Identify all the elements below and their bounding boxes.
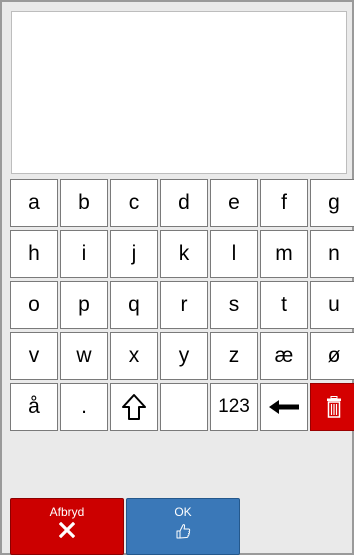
space-key[interactable] bbox=[160, 383, 208, 431]
text-display[interactable] bbox=[11, 11, 347, 174]
clear-key[interactable] bbox=[310, 383, 354, 431]
shift-key[interactable] bbox=[110, 383, 158, 431]
key-w[interactable]: w bbox=[60, 332, 108, 380]
key-g[interactable]: g bbox=[310, 179, 354, 227]
key-c[interactable]: c bbox=[110, 179, 158, 227]
key-z[interactable]: z bbox=[210, 332, 258, 380]
key-m[interactable]: m bbox=[260, 230, 308, 278]
key-j[interactable]: j bbox=[110, 230, 158, 278]
key-y[interactable]: y bbox=[160, 332, 208, 380]
key-ae[interactable]: æ bbox=[260, 332, 308, 380]
key-i[interactable]: i bbox=[60, 230, 108, 278]
key-o[interactable]: o bbox=[10, 281, 58, 329]
key-e[interactable]: e bbox=[210, 179, 258, 227]
cancel-label: Afbryd bbox=[49, 505, 85, 519]
trash-icon bbox=[327, 396, 341, 418]
key-aring[interactable]: å bbox=[10, 383, 58, 431]
key-period[interactable]: . bbox=[60, 383, 108, 431]
key-k[interactable]: k bbox=[160, 230, 208, 278]
key-oslash[interactable]: ø bbox=[310, 332, 354, 380]
numbers-key[interactable]: 123 bbox=[210, 383, 258, 431]
ok-button[interactable]: OK bbox=[126, 498, 240, 555]
ok-label: OK bbox=[174, 505, 192, 519]
key-v[interactable]: v bbox=[10, 332, 58, 380]
key-h[interactable]: h bbox=[10, 230, 58, 278]
cancel-button[interactable]: Afbryd bbox=[10, 498, 124, 555]
key-u[interactable]: u bbox=[310, 281, 354, 329]
close-icon bbox=[59, 522, 75, 538]
key-n[interactable]: n bbox=[310, 230, 354, 278]
on-screen-keyboard-dialog: a b c d e f g h i j k l m n o p q r s t … bbox=[0, 0, 354, 555]
key-d[interactable]: d bbox=[160, 179, 208, 227]
key-s[interactable]: s bbox=[210, 281, 258, 329]
key-f[interactable]: f bbox=[260, 179, 308, 227]
backspace-key[interactable] bbox=[260, 383, 308, 431]
key-t[interactable]: t bbox=[260, 281, 308, 329]
key-r[interactable]: r bbox=[160, 281, 208, 329]
key-a[interactable]: a bbox=[10, 179, 58, 227]
backspace-icon bbox=[269, 400, 299, 414]
key-p[interactable]: p bbox=[60, 281, 108, 329]
keyboard: a b c d e f g h i j k l m n o p q r s t … bbox=[10, 179, 354, 431]
shift-icon bbox=[122, 394, 146, 420]
key-l[interactable]: l bbox=[210, 230, 258, 278]
key-b[interactable]: b bbox=[60, 179, 108, 227]
thumbs-up-icon bbox=[176, 524, 191, 539]
key-x[interactable]: x bbox=[110, 332, 158, 380]
action-bar: Afbryd OK bbox=[10, 498, 240, 555]
key-q[interactable]: q bbox=[110, 281, 158, 329]
